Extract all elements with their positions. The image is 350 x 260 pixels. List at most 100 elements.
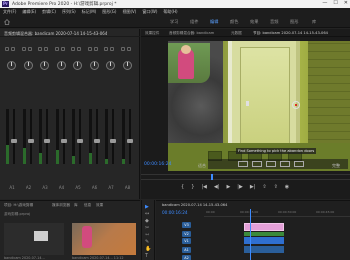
- pan-knob[interactable]: [106, 61, 115, 70]
- solo-button[interactable]: [27, 47, 32, 51]
- tab-project[interactable]: 项目: H:\游戏剪辑: [4, 203, 33, 208]
- pan-knob[interactable]: [23, 61, 33, 70]
- volume-fader-track[interactable]: [128, 109, 131, 164]
- volume-fader-track[interactable]: [95, 109, 98, 164]
- pan-knob[interactable]: [40, 61, 49, 70]
- step-back-icon[interactable]: ◀|: [214, 184, 220, 190]
- volume-fader-track[interactable]: [13, 109, 15, 164]
- type-tool-icon[interactable]: T: [145, 253, 148, 259]
- solo-button[interactable]: [60, 47, 65, 51]
- volume-fader-handle[interactable]: [77, 139, 83, 143]
- play-icon[interactable]: ▶: [226, 184, 230, 190]
- tab-audio-mixer[interactable]: 音频剪辑混合器: bandicam: [169, 31, 214, 36]
- solo-button[interactable]: [44, 47, 48, 51]
- timeline-playhead[interactable]: [250, 209, 251, 260]
- solo-button[interactable]: [77, 47, 81, 51]
- project-item-thumbnail[interactable]: [72, 223, 136, 255]
- minimize-icon[interactable]: —: [322, 0, 327, 6]
- export-frame-icon[interactable]: ◉: [285, 184, 289, 190]
- timeline-timecode[interactable]: 00:00:16:24: [162, 210, 188, 215]
- mute-button[interactable]: [71, 47, 75, 51]
- track-select-tool-icon[interactable]: ↔: [145, 211, 149, 217]
- tab-effects[interactable]: 效果: [96, 203, 103, 208]
- workspace-editing[interactable]: 编辑: [210, 19, 218, 25]
- volume-fader-handle[interactable]: [11, 139, 17, 143]
- workspace-audio[interactable]: 音频: [270, 19, 278, 25]
- menu-graphics[interactable]: 图形(G): [102, 9, 116, 15]
- mute-button[interactable]: [104, 47, 108, 51]
- mute-button[interactable]: [120, 47, 125, 51]
- go-to-in-icon[interactable]: |◀: [201, 184, 207, 190]
- pan-knob[interactable]: [89, 61, 99, 70]
- tab-info[interactable]: 信息: [84, 203, 91, 208]
- menu-markers[interactable]: 标记(M): [82, 9, 97, 15]
- lift-icon[interactable]: ⇧: [262, 184, 266, 190]
- mute-button[interactable]: [38, 47, 42, 51]
- slip-tool-icon[interactable]: ⇿: [145, 232, 149, 238]
- sequence-tab[interactable]: bandicam 2020-07-14 14-15-43-064: [162, 203, 227, 207]
- volume-fader-track[interactable]: [62, 109, 65, 164]
- timeline-ruler[interactable]: 00:00 00:00:15:00 00:00:30:00 00:00:45:0…: [204, 209, 350, 217]
- tab-effect-controls[interactable]: 效果控件: [145, 31, 159, 36]
- monitor-time-ruler[interactable]: [141, 174, 350, 180]
- playback-resolution-dropdown[interactable]: 完整: [332, 163, 340, 169]
- pan-knob[interactable]: [7, 61, 16, 70]
- workspace-assembly[interactable]: 组件: [190, 19, 198, 25]
- pan-knob[interactable]: [56, 61, 66, 70]
- tab-program[interactable]: 节目: bandicam 2020-07-14 14-15-43-064: [253, 31, 328, 36]
- home-icon[interactable]: [4, 19, 10, 25]
- volume-fader-handle[interactable]: [110, 139, 116, 143]
- solo-button[interactable]: [126, 47, 131, 51]
- menu-edit[interactable]: 编辑(E): [22, 9, 36, 15]
- volume-fader-handle[interactable]: [44, 139, 50, 143]
- extract-icon[interactable]: ⇪: [274, 184, 278, 190]
- menu-help[interactable]: 帮助(H): [163, 9, 177, 15]
- volume-fader-handle[interactable]: [27, 139, 34, 143]
- mute-button[interactable]: [54, 47, 59, 51]
- program-video-frame[interactable]: Find Something to pick the abandon doors: [168, 41, 350, 171]
- volume-fader-track[interactable]: [46, 109, 48, 164]
- menu-clip[interactable]: 剪辑(C): [42, 9, 56, 15]
- razor-tool-icon[interactable]: ✂: [145, 225, 149, 231]
- selection-tool-icon[interactable]: ▶: [145, 204, 149, 210]
- step-forward-icon[interactable]: |▶: [237, 184, 243, 190]
- close-icon[interactable]: ✕: [344, 0, 348, 6]
- solo-button[interactable]: [11, 47, 15, 51]
- tab-libraries[interactable]: 库: [74, 203, 78, 208]
- pan-knob[interactable]: [122, 61, 132, 70]
- volume-fader-track[interactable]: [79, 109, 81, 164]
- menu-window[interactable]: 窗口(W): [142, 9, 157, 15]
- mute-button[interactable]: [87, 47, 92, 51]
- workspace-libraries[interactable]: 库: [312, 19, 316, 25]
- track-header-a1[interactable]: A1: [176, 246, 204, 254]
- track-header-a2[interactable]: A2: [176, 254, 204, 260]
- pan-knob[interactable]: [73, 61, 82, 70]
- mark-out-icon[interactable]: }: [191, 184, 194, 190]
- volume-fader-track[interactable]: [29, 109, 32, 164]
- workspace-learn[interactable]: 学习: [170, 19, 178, 25]
- hand-tool-icon[interactable]: ✋: [145, 246, 151, 252]
- tab-metadata[interactable]: 元数据: [231, 31, 242, 36]
- volume-fader-handle[interactable]: [126, 139, 133, 143]
- tab-media-browser[interactable]: 媒体浏览器: [52, 203, 70, 208]
- volume-fader-track[interactable]: [112, 109, 114, 164]
- zoom-fit-dropdown[interactable]: 适合: [198, 163, 206, 169]
- program-timecode[interactable]: 00:00:16:24: [144, 162, 171, 167]
- menu-file[interactable]: 文件(F): [3, 9, 16, 15]
- mute-button[interactable]: [21, 47, 26, 51]
- mark-in-icon[interactable]: {: [181, 184, 184, 190]
- volume-fader-handle[interactable]: [93, 139, 100, 143]
- menu-sequence[interactable]: 序列(S): [62, 9, 76, 15]
- workspace-effects[interactable]: 效果: [250, 19, 258, 25]
- volume-fader-handle[interactable]: [60, 139, 67, 143]
- pen-tool-icon[interactable]: ✎: [145, 239, 149, 245]
- solo-button[interactable]: [110, 47, 114, 51]
- ripple-edit-tool-icon[interactable]: ◆: [145, 218, 149, 224]
- mute-button[interactable]: [5, 47, 9, 51]
- project-search-field[interactable]: 游戏剪辑.prproj: [4, 212, 64, 218]
- maximize-icon[interactable]: ☐: [333, 0, 337, 6]
- monitor-playhead[interactable]: [211, 174, 213, 180]
- project-item-thumbnail[interactable]: [4, 223, 64, 255]
- workspace-graphics[interactable]: 图形: [290, 19, 298, 25]
- track-header-v1[interactable]: V1: [176, 237, 204, 245]
